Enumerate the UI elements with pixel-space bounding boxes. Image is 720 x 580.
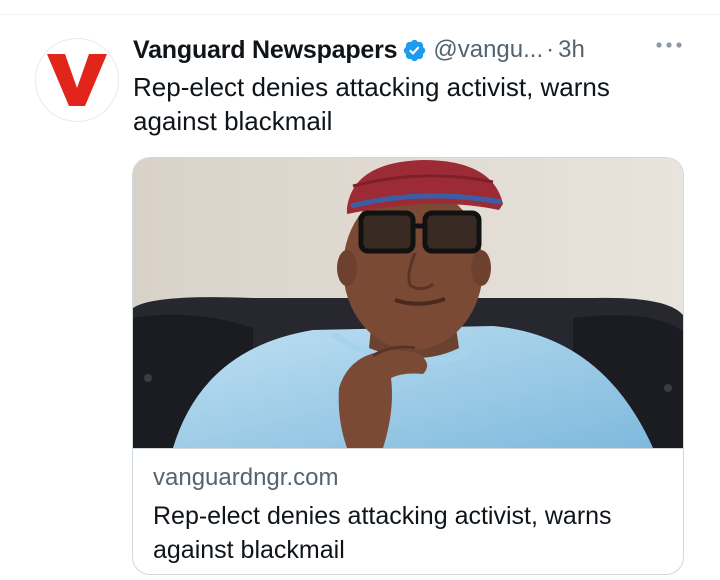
tweet-header: Vanguard Newspapers @vangu... · 3h bbox=[133, 34, 585, 66]
verified-badge-icon[interactable] bbox=[402, 38, 427, 63]
author-avatar[interactable] bbox=[35, 38, 119, 122]
card-title: Rep-elect denies attacking activist, war… bbox=[153, 502, 612, 564]
author-name[interactable]: Vanguard Newspapers bbox=[133, 36, 398, 65]
card-domain: vanguardngr.com bbox=[153, 464, 339, 491]
vanguard-logo-icon bbox=[47, 54, 107, 106]
tweet-text: Rep-elect denies attacking activist, war… bbox=[133, 72, 610, 136]
separator-dot: · bbox=[546, 36, 555, 63]
portrait-photo bbox=[133, 158, 683, 448]
link-card[interactable]: vanguardngr.com Rep-elect denies attacki… bbox=[132, 157, 684, 575]
timestamp[interactable]: 3h bbox=[558, 36, 585, 64]
top-divider bbox=[0, 14, 720, 15]
more-options-icon[interactable] bbox=[652, 33, 686, 57]
author-handle[interactable]: @vangu... bbox=[433, 36, 543, 64]
card-image[interactable] bbox=[133, 158, 683, 449]
